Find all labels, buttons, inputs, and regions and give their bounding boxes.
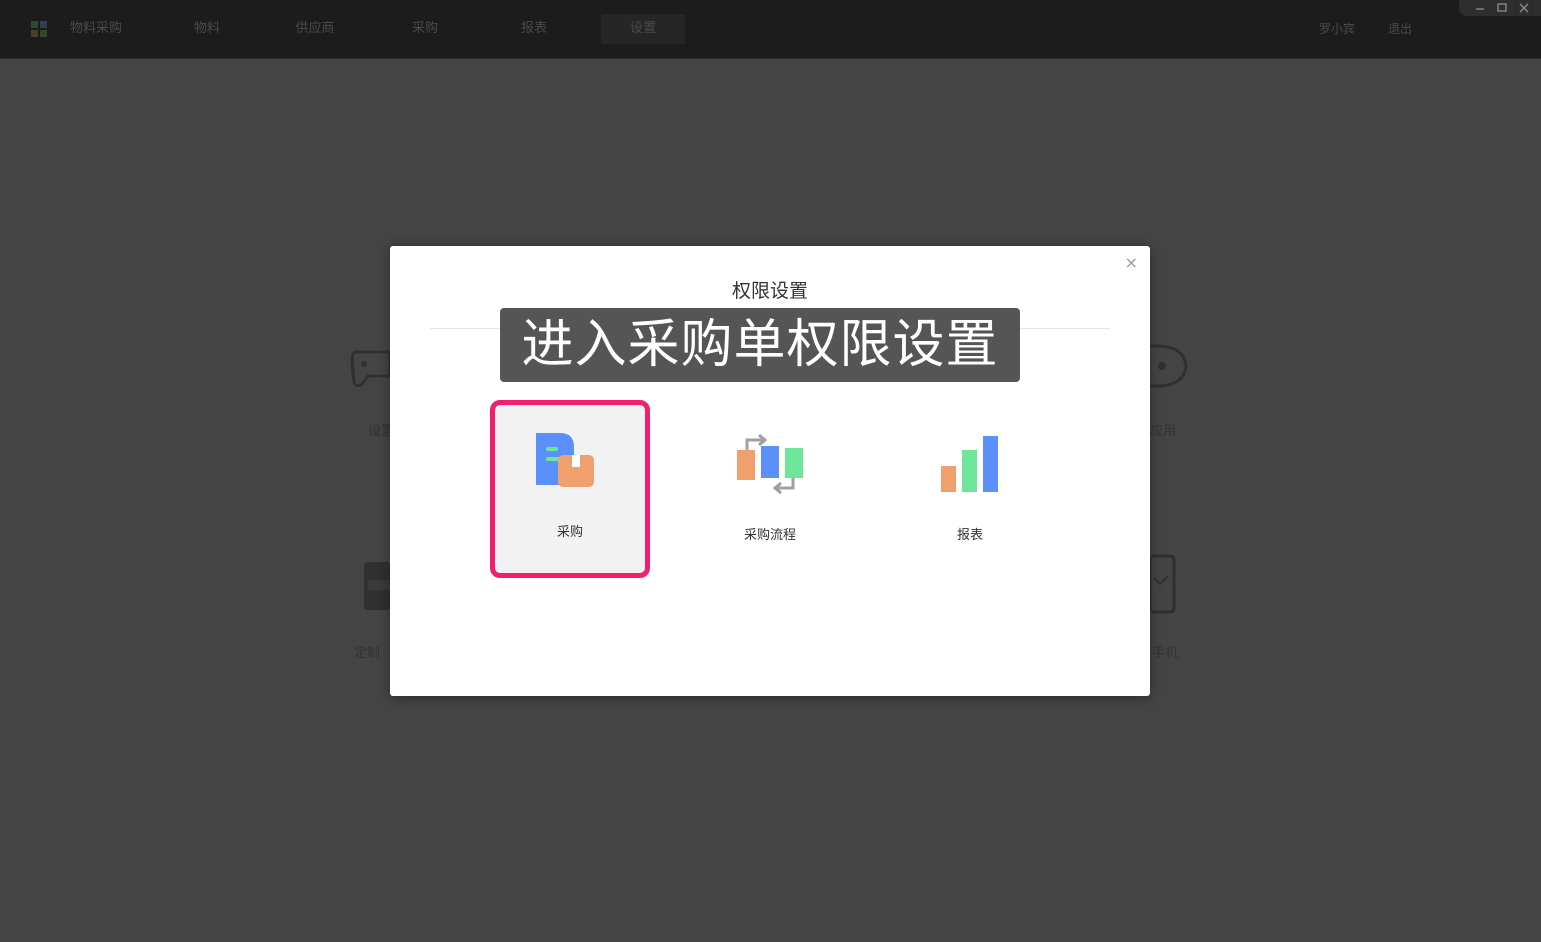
workflow-icon	[737, 433, 803, 494]
bar-chart-icon	[941, 436, 998, 492]
bg-tile-label-custom: 定制	[354, 646, 381, 661]
minimize-icon[interactable]	[1473, 1, 1487, 15]
nav-item-purchase[interactable]: 采购	[398, 14, 452, 44]
close-window-icon[interactable]	[1517, 1, 1531, 15]
permission-tile-label: 采购流程	[743, 528, 796, 543]
window-controls	[1459, 0, 1541, 16]
tutorial-caption: 进入采购单权限设置	[500, 308, 1020, 382]
permission-settings-dialog: × 权限设置 进入采购单权限设置 采购 采购流程 报表	[390, 246, 1150, 696]
permission-tile-label: 报表	[956, 528, 983, 543]
permission-tile-label: 采购	[556, 525, 583, 540]
nav-item-reports[interactable]: 报表	[507, 14, 561, 44]
bg-tile-label-apps: 应用	[1150, 424, 1177, 439]
coffee-cup-icon	[364, 562, 390, 610]
permission-tile-reports[interactable]: 报表	[895, 404, 1045, 574]
purchase-order-icon	[536, 433, 594, 487]
logout-link[interactable]: 退出	[1388, 20, 1412, 38]
phone-icon	[1150, 554, 1176, 614]
close-dialog-button[interactable]: ×	[1125, 254, 1138, 272]
gamepad-icon	[350, 350, 390, 388]
nav-item-suppliers[interactable]: 供应商	[285, 14, 345, 44]
user-name-link[interactable]: 罗小宾	[1319, 20, 1355, 38]
app-title: 物料采购	[70, 21, 123, 36]
top-nav-bar: 物料采购 物料 供应商 采购 报表 设置 罗小宾 退出	[0, 0, 1541, 59]
permission-tile-purchase-flow[interactable]: 采购流程	[695, 404, 845, 574]
smiley-icon	[1150, 344, 1188, 388]
maximize-icon[interactable]	[1495, 1, 1509, 15]
nav-item-materials[interactable]: 物料	[180, 14, 234, 44]
bg-tile-label-mobile: 手机	[1152, 646, 1179, 661]
nav-item-settings[interactable]: 设置	[601, 14, 685, 44]
dialog-title: 权限设置	[731, 280, 808, 302]
app-logo-icon	[31, 21, 47, 37]
permission-tile-purchase[interactable]: 采购	[490, 400, 650, 578]
